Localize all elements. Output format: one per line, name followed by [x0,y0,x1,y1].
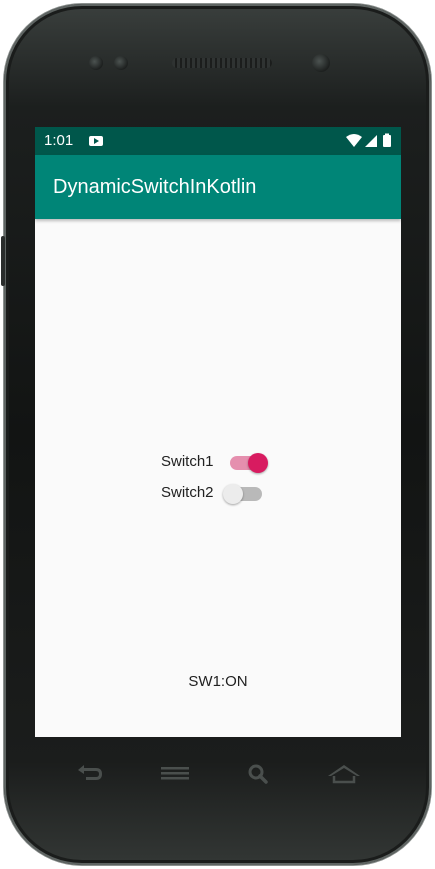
wifi-icon [346,134,362,147]
switch2-label: Switch2 [161,484,214,501]
switch-status-text: SW1:ON [188,673,248,690]
light-sensor-icon [114,56,128,70]
app-title: DynamicSwitchInKotlin [53,176,257,198]
switch1-row[interactable]: Switch1 [161,447,273,477]
earpiece-speaker [172,58,272,68]
proximity-sensor-icon [89,56,103,70]
back-icon[interactable] [68,760,112,788]
switch2-row[interactable]: Switch2 [161,478,273,508]
youtube-icon [89,136,103,146]
signal-icon [365,135,377,147]
device-screen: 1:01 DynamicSwitchInKotlin Switch1 Switc… [35,127,401,737]
search-icon[interactable] [237,760,281,788]
volume-button [1,236,5,286]
status-time: 1:01 [44,132,74,149]
app-bar: DynamicSwitchInKotlin [35,155,401,219]
switch1-thumb[interactable] [248,453,268,473]
home-icon[interactable] [322,760,366,788]
front-camera-icon [312,54,330,72]
status-bar: 1:01 [35,127,401,155]
switch1-label: Switch1 [161,453,214,470]
battery-icon [383,135,391,147]
menu-icon[interactable] [153,760,197,788]
switch2-thumb[interactable] [223,484,243,504]
status-icons [346,133,391,147]
